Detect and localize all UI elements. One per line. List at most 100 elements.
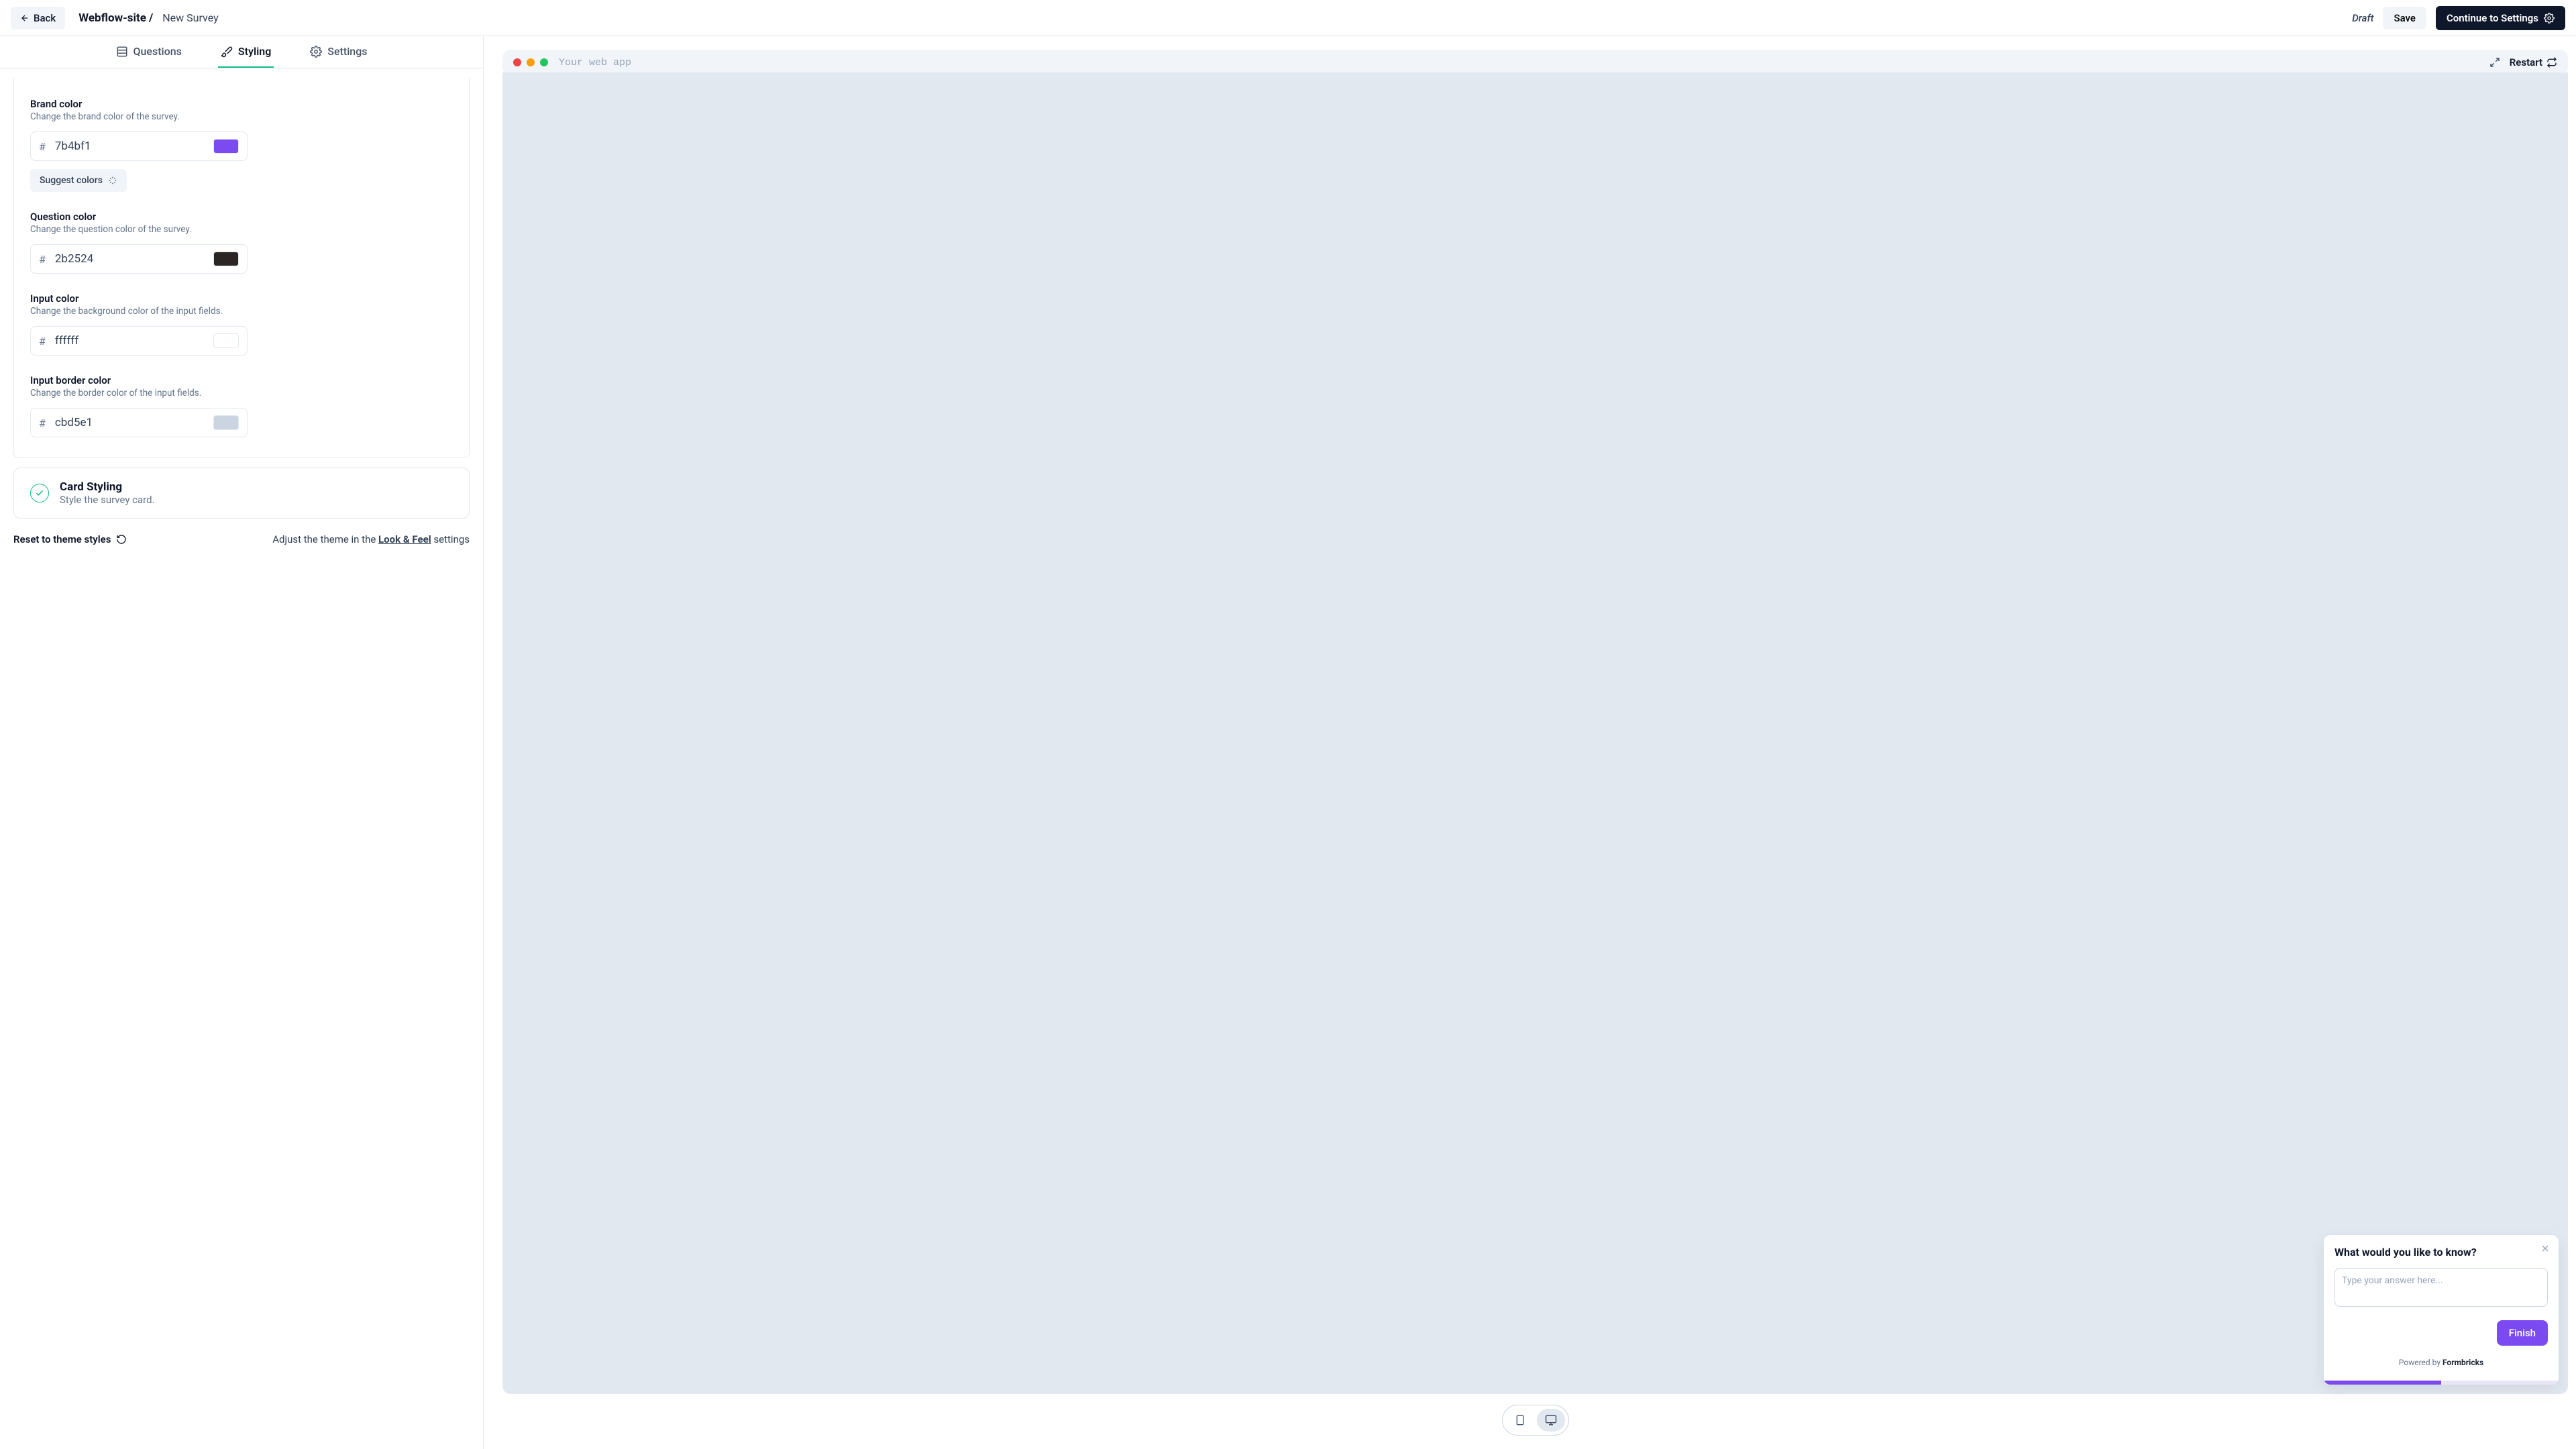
progress-fill xyxy=(2324,1381,2441,1385)
check-icon xyxy=(35,488,44,498)
field-question-color: Question color Change the question color… xyxy=(30,211,453,274)
question-color-swatch[interactable] xyxy=(213,252,239,266)
preview-body: What would you like to know? Finish Powe… xyxy=(502,72,2568,1394)
survey-question: What would you like to know? xyxy=(2334,1246,2548,1258)
tab-styling-label: Styling xyxy=(238,45,271,58)
breadcrumb-current: New Survey xyxy=(162,11,218,24)
look-feel-link[interactable]: Look & Feel xyxy=(378,533,431,545)
card-styling-text: Card Styling Style the survey card. xyxy=(60,480,155,506)
reset-theme-button[interactable]: Reset to theme styles xyxy=(13,533,127,545)
input-border-color-input-row[interactable]: # xyxy=(30,408,248,437)
check-circle-icon xyxy=(30,484,49,502)
traffic-light-yellow xyxy=(527,58,535,66)
preview-actions: Restart xyxy=(2489,56,2557,68)
device-pill xyxy=(1502,1405,1569,1436)
survey-button-row: Finish xyxy=(2334,1320,2548,1346)
restart-label: Restart xyxy=(2510,56,2542,68)
save-button[interactable]: Save xyxy=(2383,7,2426,30)
field-input-border-color: Input border color Change the border col… xyxy=(30,374,453,437)
brand-color-desc: Change the brand color of the survey. xyxy=(30,111,453,122)
restart-button[interactable]: Restart xyxy=(2510,56,2557,68)
monitor-icon xyxy=(1545,1414,1557,1426)
progress-bar xyxy=(2324,1381,2559,1385)
device-mobile-button[interactable] xyxy=(1506,1409,1534,1432)
question-color-input-row[interactable]: # xyxy=(30,244,248,274)
finish-button[interactable]: Finish xyxy=(2497,1320,2548,1346)
hash-symbol: # xyxy=(39,140,46,153)
suggest-colors-button[interactable]: Suggest colors xyxy=(30,169,127,192)
card-styling-title: Card Styling xyxy=(60,480,155,494)
draft-status: Draft xyxy=(2352,12,2373,24)
expand-icon[interactable] xyxy=(2489,57,2500,68)
survey-widget: What would you like to know? Finish Powe… xyxy=(2324,1235,2559,1385)
input-color-input[interactable] xyxy=(55,334,204,347)
input-border-color-input[interactable] xyxy=(55,416,204,429)
breadcrumb: Webflow-site / New Survey xyxy=(78,11,218,25)
suggest-colors-label: Suggest colors xyxy=(40,175,103,186)
question-color-desc: Change the question color of the survey. xyxy=(30,224,453,235)
paintbrush-icon xyxy=(221,46,233,58)
device-toggle xyxy=(502,1405,2568,1436)
hash-symbol: # xyxy=(39,417,46,429)
main-layout: Questions Styling Settings Brand color C… xyxy=(0,36,2576,1449)
tab-questions-label: Questions xyxy=(133,45,182,58)
powered-brand[interactable]: Formbricks xyxy=(2443,1358,2483,1367)
device-desktop-button[interactable] xyxy=(1537,1409,1565,1432)
tab-questions[interactable]: Questions xyxy=(113,36,184,68)
editor-tabs: Questions Styling Settings xyxy=(0,36,483,68)
powered-prefix: Powered by xyxy=(2399,1358,2443,1367)
tab-settings[interactable]: Settings xyxy=(307,36,370,68)
field-brand-color: Brand color Change the brand color of th… xyxy=(30,98,453,192)
preview-chrome: Your web app Restart xyxy=(502,50,2568,75)
hash-symbol: # xyxy=(39,253,46,266)
breadcrumb-root: Webflow-site xyxy=(78,11,146,25)
input-color-label: Input color xyxy=(30,292,453,305)
reset-label: Reset to theme styles xyxy=(13,533,111,545)
arrow-left-icon xyxy=(20,13,30,23)
tab-settings-label: Settings xyxy=(327,45,367,58)
input-color-desc: Change the background color of the input… xyxy=(30,306,453,317)
powered-by: Powered by Formbricks xyxy=(2334,1358,2548,1367)
tab-styling[interactable]: Styling xyxy=(218,36,274,68)
survey-inner: What would you like to know? Finish Powe… xyxy=(2324,1235,2559,1374)
brand-color-label: Brand color xyxy=(30,98,453,110)
sparkle-icon xyxy=(108,176,117,185)
back-button[interactable]: Back xyxy=(11,7,65,30)
continue-button[interactable]: Continue to Settings xyxy=(2436,6,2565,30)
continue-label: Continue to Settings xyxy=(2447,12,2538,24)
card-styling-desc: Style the survey card. xyxy=(60,494,155,506)
field-input-color: Input color Change the background color … xyxy=(30,292,453,356)
survey-textarea[interactable] xyxy=(2334,1268,2548,1307)
question-color-input[interactable] xyxy=(55,252,204,266)
back-label: Back xyxy=(34,12,56,24)
brand-color-input[interactable] xyxy=(55,140,204,153)
input-border-color-desc: Change the border color of the input fie… xyxy=(30,388,453,398)
list-icon xyxy=(116,46,128,58)
adjust-theme-text: Adjust the theme in the Look & Feel sett… xyxy=(272,533,470,545)
smartphone-icon xyxy=(1515,1415,1525,1426)
adjust-suffix: settings xyxy=(431,533,470,545)
refresh-icon xyxy=(2546,57,2557,68)
input-color-swatch[interactable] xyxy=(213,333,239,348)
brand-color-swatch[interactable] xyxy=(213,139,239,154)
traffic-light-green xyxy=(540,58,548,66)
breadcrumb-separator: / xyxy=(149,11,153,25)
input-color-input-row[interactable]: # xyxy=(30,326,248,356)
rotate-icon xyxy=(116,534,127,545)
header-left: Back Webflow-site / New Survey xyxy=(11,7,219,30)
left-pane: Questions Styling Settings Brand color C… xyxy=(0,36,483,1449)
gear-icon xyxy=(2544,13,2555,23)
preview-title: Your web app xyxy=(559,57,2489,68)
brand-color-input-row[interactable]: # xyxy=(30,131,248,161)
traffic-lights xyxy=(513,58,548,66)
traffic-light-red xyxy=(513,58,521,66)
right-pane: Your web app Restart What would you like… xyxy=(483,36,2576,1449)
input-border-color-label: Input border color xyxy=(30,374,453,386)
input-border-color-swatch[interactable] xyxy=(213,415,239,430)
card-styling-section[interactable]: Card Styling Style the survey card. xyxy=(13,468,470,519)
hash-symbol: # xyxy=(39,335,46,347)
adjust-prefix: Adjust the theme in the xyxy=(272,533,378,545)
left-footer: Reset to theme styles Adjust the theme i… xyxy=(13,533,470,545)
survey-close-button[interactable] xyxy=(2540,1243,2551,1254)
header-right: Draft Save Continue to Settings xyxy=(2352,6,2565,30)
